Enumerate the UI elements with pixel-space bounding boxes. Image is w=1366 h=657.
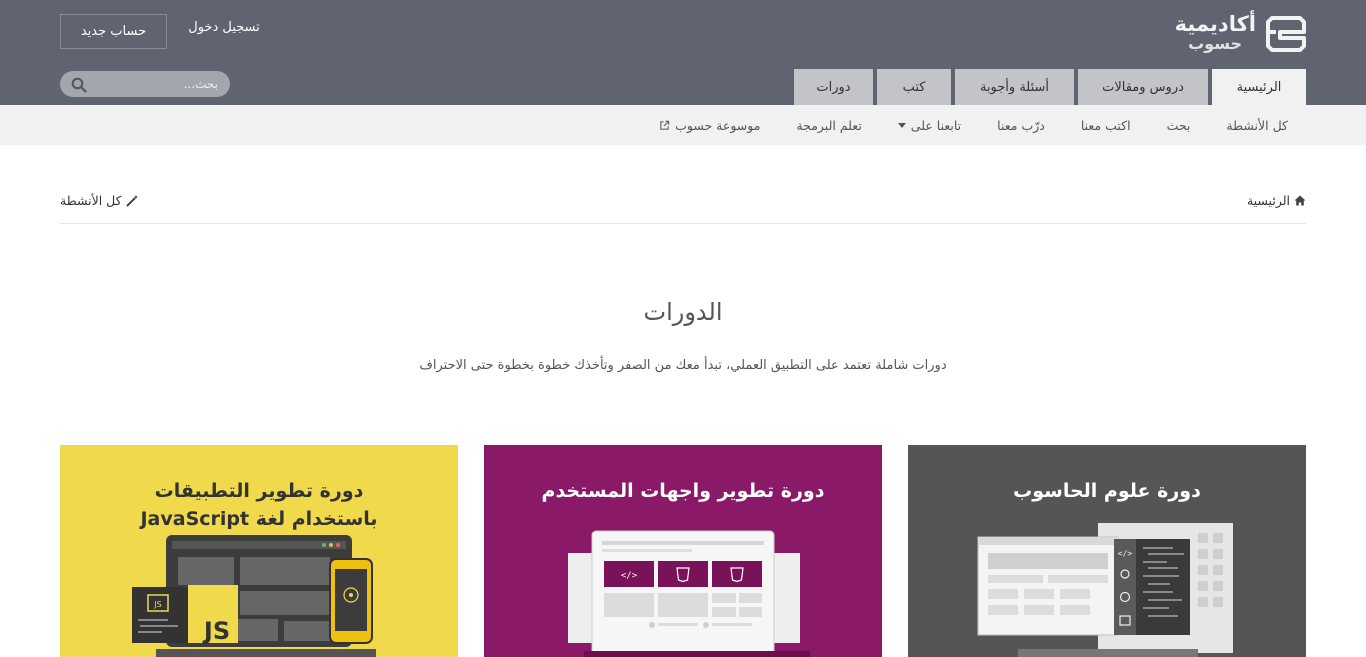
signup-button[interactable]: حساب جديد [60,14,167,49]
tab-articles[interactable]: دروس ومقالات [1078,69,1208,105]
tab-courses[interactable]: دورات [794,69,873,105]
subnav-label: بحث [1166,117,1191,133]
login-link[interactable]: تسجيل دخول [186,20,262,35]
search-icon[interactable] [71,77,87,93]
subnav-all-activity[interactable]: كل الأنشطة [1226,118,1288,133]
course-card-javascript[interactable]: JS JS دورة تطوير التطبيقات باستخدام لغة … [60,445,458,657]
caret-down-icon [897,122,906,128]
subnav-label: درّب معنا [997,117,1045,133]
main-tabs: الرئيسية دروس ومقالات أسئلة وأجوبة كتب د… [794,69,1306,105]
brand-subtitle: حسوب [1188,34,1242,53]
home-icon [1294,195,1306,206]
course-card-computer-science[interactable]: </> دورة علوم الحاسوب [908,445,1306,657]
academy-logo-icon [1266,16,1306,52]
subnav-follow-us[interactable]: تابعنا على [897,117,962,133]
tab-books[interactable]: كتب [877,69,951,105]
external-link-icon [660,120,670,130]
card-title: دورة علوم الحاسوب [1013,480,1201,502]
magic-wand-icon [126,195,138,207]
sub-navigation: كل الأنشطة بحث اكتب معنا درّب معنا تابعن… [0,105,1366,145]
brand-title: أكاديمية [1174,12,1256,36]
subnav-label: كل الأنشطة [1226,117,1288,133]
subnav-encyclopedia[interactable]: موسوعة حسوب [659,118,760,133]
subnav-learn-programming[interactable]: تعلم البرمجة [796,118,861,133]
subnav-label: موسوعة حسوب [675,117,761,133]
svg-text:</>: </> [621,571,638,581]
tab-home[interactable]: الرئيسية [1212,69,1306,105]
brand-logo[interactable]: أكاديمية حسوب [1166,10,1306,56]
js-badge-text: JS [202,617,230,645]
all-activity-label: كل الأنشطة [60,193,122,208]
page-description: دورات شاملة تعتمد على التطبيق العملي، تب… [419,358,947,373]
search-input[interactable] [98,74,218,94]
subnav-search[interactable]: بحث [1167,118,1191,133]
page-title: الدورات [643,298,723,326]
card-title-line-1: دورة تطوير التطبيقات [154,480,364,502]
all-activity-link[interactable]: كل الأنشطة [60,193,139,208]
search-box [60,71,230,97]
subnav-label: اكتب معنا [1080,117,1131,133]
svg-text:</>: </> [1118,549,1133,558]
card-title: دورة تطوير واجهات المستخدم [541,480,825,502]
subnav-train-with-us[interactable]: درّب معنا [997,118,1045,133]
breadcrumb-home[interactable]: الرئيسية [1247,193,1306,208]
tab-questions[interactable]: أسئلة وأجوبة [955,69,1074,105]
subnav-label: تابعنا على [910,117,962,133]
card-title-line-2: باستخدام لغة JavaScript [140,508,378,530]
breadcrumb: الرئيسية كل الأنشطة [60,184,1306,224]
js-small-badge-text: JS [153,600,161,609]
subnav-label: تعلم البرمجة [796,117,862,133]
course-card-ui-development[interactable]: </> دورة تطوير واجهات المستخدم [484,445,882,657]
breadcrumb-home-label: الرئيسية [1246,193,1290,208]
card-title: دورة تطوير التطبيقات باستخدام لغة JavaSc… [60,477,458,533]
top-header: أكاديمية حسوب حساب جديد تسجيل دخول الرئي… [0,0,1366,105]
subnav-write-with-us[interactable]: اكتب معنا [1081,118,1131,133]
